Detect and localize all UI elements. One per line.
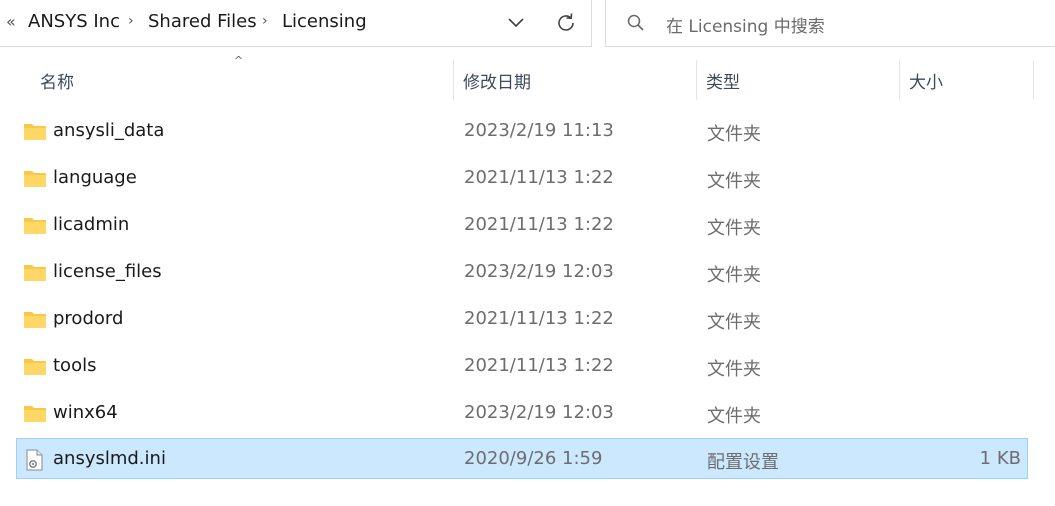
file-name: prodord <box>53 308 124 329</box>
file-name: license_files <box>53 261 162 282</box>
breadcrumb-separator-icon[interactable]: › <box>128 13 134 29</box>
file-name: ansysli_data <box>53 120 165 141</box>
search-box[interactable]: 在 Licensing 中搜索 <box>605 0 1055 47</box>
refresh-icon <box>558 13 574 31</box>
file-modified: 2020/9/26 1:59 <box>464 448 603 469</box>
overflow-chevron-icon[interactable]: « <box>6 12 16 31</box>
folder-icon <box>23 262 47 286</box>
list-item[interactable]: license_files 2023/2/19 12:03 文件夹 <box>16 251 1028 292</box>
file-modified: 2021/11/13 1:22 <box>464 355 614 376</box>
column-header-modified[interactable]: 修改日期 <box>463 68 531 93</box>
file-type: 文件夹 <box>707 312 761 333</box>
column-header-type[interactable]: 类型 <box>706 68 740 93</box>
file-modified: 2023/2/19 12:03 <box>464 261 614 282</box>
file-modified: 2023/2/19 11:13 <box>464 120 614 141</box>
list-item[interactable]: language 2021/11/13 1:22 文件夹 <box>16 157 1028 198</box>
file-modified: 2021/11/13 1:22 <box>464 214 614 235</box>
folder-icon <box>23 356 47 380</box>
column-divider[interactable] <box>1033 60 1034 100</box>
address-dropdown-button[interactable] <box>502 9 530 37</box>
list-item[interactable]: winx64 2023/2/19 12:03 文件夹 <box>16 392 1028 433</box>
file-name: winx64 <box>53 402 118 423</box>
file-name: ansyslmd.ini <box>53 448 166 469</box>
breadcrumb-item-ansys-inc[interactable]: ANSYS Inc <box>28 11 120 32</box>
column-divider[interactable] <box>696 60 697 100</box>
file-size: 1 KB <box>979 448 1021 469</box>
file-type: 文件夹 <box>707 218 761 239</box>
file-name: licadmin <box>53 214 130 235</box>
file-type: 文件夹 <box>707 359 761 380</box>
list-item[interactable]: licadmin 2021/11/13 1:22 文件夹 <box>16 204 1028 245</box>
file-type: 文件夹 <box>707 171 761 192</box>
breadcrumb-item-licensing[interactable]: Licensing <box>282 11 367 32</box>
ini-file-icon <box>23 449 45 475</box>
file-name: language <box>53 167 137 188</box>
file-type: 文件夹 <box>707 265 761 286</box>
address-bar[interactable]: « ANSYS Inc › Shared Files › Licensing <box>0 0 592 47</box>
list-item-selected[interactable]: ansyslmd.ini 2020/9/26 1:59 配置设置 1 KB <box>16 438 1028 479</box>
folder-icon <box>23 121 47 145</box>
folder-icon <box>23 403 47 427</box>
file-type: 文件夹 <box>707 406 761 427</box>
folder-icon <box>23 215 47 239</box>
file-name: tools <box>53 355 97 376</box>
list-item[interactable]: ansysli_data 2023/2/19 11:13 文件夹 <box>16 110 1028 151</box>
file-type: 配置设置 <box>707 452 779 473</box>
file-modified: 2021/11/13 1:22 <box>464 167 614 188</box>
file-modified: 2023/2/19 12:03 <box>464 402 614 423</box>
breadcrumb-item-shared-files[interactable]: Shared Files <box>148 11 257 32</box>
column-divider[interactable] <box>899 60 900 100</box>
search-icon <box>627 14 644 31</box>
chevron-down-icon <box>508 18 524 28</box>
folder-icon <box>23 309 47 333</box>
breadcrumb-separator-icon[interactable]: › <box>262 13 268 29</box>
column-header-size[interactable]: 大小 <box>909 68 943 93</box>
file-modified: 2021/11/13 1:22 <box>464 308 614 329</box>
folder-icon <box>23 168 47 192</box>
sort-ascending-icon: ^ <box>234 54 244 67</box>
column-headers: ^ 名称 修改日期 类型 大小 <box>0 54 1055 102</box>
list-item[interactable]: tools 2021/11/13 1:22 文件夹 <box>16 345 1028 386</box>
search-input[interactable]: 在 Licensing 中搜索 <box>666 12 825 37</box>
file-type: 文件夹 <box>707 124 761 145</box>
column-header-name[interactable]: 名称 <box>40 68 74 93</box>
list-item[interactable]: prodord 2021/11/13 1:22 文件夹 <box>16 298 1028 339</box>
refresh-button[interactable] <box>552 9 580 37</box>
column-divider[interactable] <box>453 60 454 100</box>
